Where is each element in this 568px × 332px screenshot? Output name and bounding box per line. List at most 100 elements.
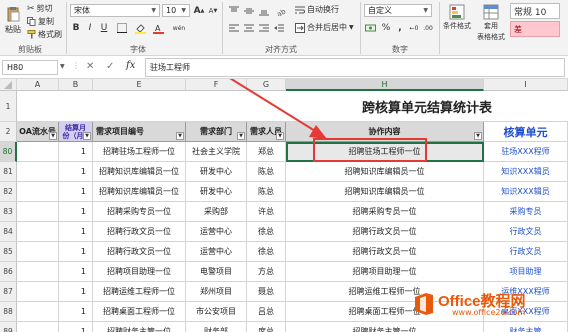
conditional-format-label: 条件格式 [443, 22, 471, 30]
font-color-icon: A [152, 24, 164, 34]
paste-button[interactable]: 粘贴 [2, 4, 24, 36]
italic-label: I [88, 23, 92, 33]
number-format-dropdown[interactable]: 自定义 ▼ [364, 4, 432, 17]
grow-font-label: A [193, 6, 201, 16]
group-separator [66, 2, 67, 54]
border-icon [117, 23, 127, 33]
grow-font-button[interactable]: A ▲ [193, 5, 205, 17]
group-separator [439, 2, 440, 54]
formula-bar: H80 ▼ ⋮ ✕ ✓ fx 驻场工程师 [0, 56, 568, 79]
orientation-button[interactable]: ab [275, 5, 287, 17]
currency-icon [364, 24, 376, 32]
merge-center-button[interactable]: 合并后居中 ▼ [295, 22, 354, 33]
format-painter-label: 格式刷 [38, 30, 62, 39]
format-painter-button[interactable]: 格式刷 [27, 29, 62, 40]
cell-style-normal-label: 常规 10 [514, 7, 547, 18]
cell-style-bad-label: 差 [514, 24, 522, 34]
watermark-url: www.office26.com [452, 308, 526, 317]
svg-text:A: A [155, 24, 161, 33]
number-group-label: 数字 [392, 45, 408, 54]
paste-label: 粘贴 [5, 24, 21, 34]
cut-button[interactable]: ✂ 剪切 [27, 3, 53, 14]
align-top-button[interactable] [228, 5, 240, 17]
font-color-button[interactable]: A [152, 22, 164, 34]
cell-style-normal[interactable]: 常规 10 [510, 3, 560, 19]
decrease-decimal-button[interactable]: .00 [422, 22, 434, 34]
format-as-table-label-2: 表格格式 [477, 33, 505, 41]
alignment-group-label: 对齐方式 [265, 45, 297, 54]
bold-label: B [72, 23, 80, 33]
paste-icon [7, 6, 20, 21]
phonetic-label: wén [172, 24, 186, 32]
wrap-text-icon [295, 6, 305, 13]
group-separator [360, 2, 361, 54]
align-right-button[interactable] [258, 22, 270, 34]
chevron-down-icon: ▼ [423, 7, 428, 14]
insert-function-icon[interactable]: fx [126, 60, 135, 71]
currency-button[interactable] [364, 22, 376, 34]
name-box[interactable]: H80 [2, 60, 58, 75]
svg-text:ab: ab [276, 7, 286, 16]
wrap-text-button[interactable]: 自动换行 [295, 4, 339, 15]
underline-label: U [100, 23, 108, 33]
align-right-icon [259, 24, 269, 32]
copy-label: 复制 [38, 17, 54, 26]
increase-decimal-button[interactable]: ←0 [408, 22, 420, 34]
office-logo-icon [415, 293, 433, 315]
font-name-value: 宋体 [74, 6, 90, 15]
align-top-icon [229, 6, 239, 12]
underline-button[interactable]: U [98, 22, 110, 34]
fill-color-button[interactable] [134, 22, 146, 34]
shrink-font-button[interactable]: A ▼ [207, 5, 219, 17]
copy-button[interactable]: 复制 [27, 16, 54, 27]
percent-label: % [381, 23, 391, 33]
chevron-down-icon: ▼ [349, 24, 354, 31]
enter-icon[interactable]: ✓ [106, 61, 114, 72]
align-middle-icon [244, 8, 254, 14]
comma-button[interactable]: , [394, 22, 406, 34]
cell-style-bad[interactable]: 差 [510, 21, 560, 37]
align-left-button[interactable] [228, 22, 240, 34]
font-name-dropdown[interactable]: 宋体 ▼ [70, 4, 160, 17]
align-center-button[interactable] [243, 22, 255, 34]
ribbon: 粘贴 ✂ 剪切 复制 格式刷 剪贴板 宋体 ▼ 10 ▼ A ▲ A ▼ B I U A… [0, 0, 568, 56]
number-format-value: 自定义 [368, 6, 392, 15]
chevron-down-icon[interactable]: ▼ [60, 63, 65, 70]
cancel-icon[interactable]: ✕ [86, 61, 94, 72]
percent-button[interactable]: % [380, 22, 392, 34]
align-left-icon [229, 24, 239, 32]
brush-icon [27, 30, 36, 39]
formula-input[interactable]: 驻场工程师 [145, 58, 565, 77]
merge-center-icon [295, 22, 305, 33]
font-size-dropdown[interactable]: 10 ▼ [162, 4, 190, 17]
bold-button[interactable]: B [70, 22, 82, 34]
separator-dots-icon: ⋮ [72, 61, 80, 70]
chevron-down-icon: ▼ [151, 7, 156, 14]
fill-color-icon [134, 23, 146, 34]
spreadsheet-grid: A B E F G H I 1 2 跨核算单元结算统计表 OA流水号 ▼ 结算月… [0, 79, 568, 332]
copy-icon [27, 17, 36, 26]
align-bottom-button[interactable] [258, 5, 270, 17]
italic-button[interactable]: I [84, 22, 96, 34]
merge-center-label: 合并后居中 [307, 23, 347, 32]
wrap-text-label: 自动换行 [307, 5, 339, 14]
conditional-format-button[interactable]: 条件格式 [442, 4, 472, 31]
clipboard-group-label: 剪贴板 [18, 45, 42, 54]
align-center-icon [244, 24, 254, 32]
conditional-format-icon [449, 4, 465, 20]
scissors-icon: ✂ [27, 3, 35, 14]
align-middle-button[interactable] [243, 5, 255, 17]
indent-decrease-button[interactable] [273, 22, 285, 34]
format-as-table-label-1: 套用 [484, 22, 498, 30]
group-separator [222, 2, 223, 54]
indent-decrease-icon [274, 24, 284, 32]
font-group-label: 字体 [130, 45, 146, 54]
chevron-down-icon: ▼ [181, 7, 186, 14]
comma-label: , [398, 23, 402, 33]
phonetic-button[interactable]: wén [170, 22, 188, 34]
border-button[interactable] [116, 22, 128, 34]
formula-input-value: 驻场工程师 [150, 63, 190, 72]
format-as-table-button[interactable]: 套用 表格格式 [476, 4, 506, 42]
office-logo [412, 292, 436, 316]
name-box-value: H80 [7, 63, 24, 72]
